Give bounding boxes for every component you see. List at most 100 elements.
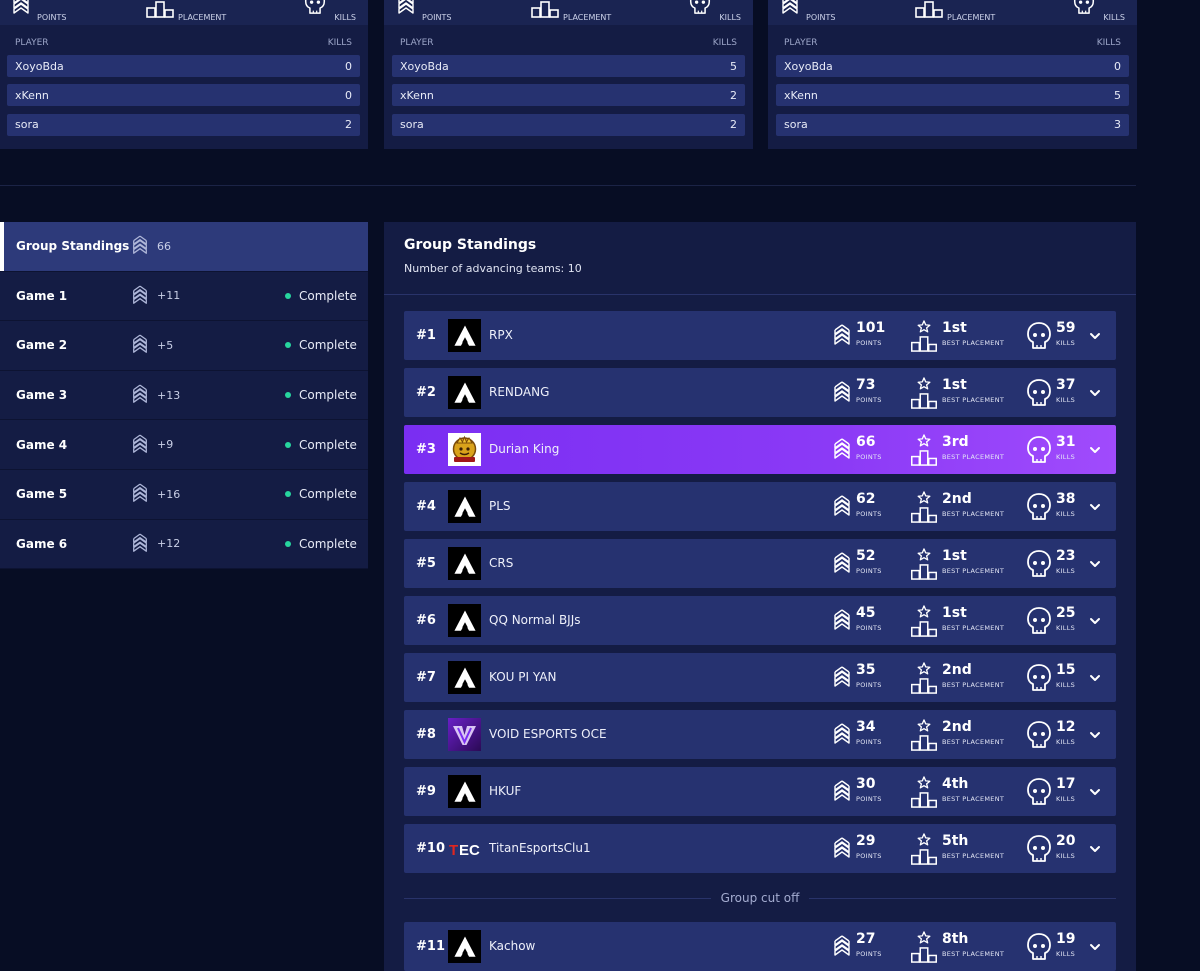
placement-header-label: PLACEMENT	[947, 13, 996, 22]
card-header: POINTS PLACEMENT KILLS	[0, 0, 368, 25]
sidebar-item-label: Group Standings	[16, 239, 130, 254]
expand-chevron-down-icon[interactable]	[1088, 499, 1102, 513]
points-label: POINTS	[856, 681, 882, 689]
player-kills: 0	[1114, 59, 1121, 73]
team-rank: #5	[416, 556, 436, 571]
sidebar-item-label: Game 1	[16, 288, 68, 303]
team-rank: #7	[416, 670, 436, 685]
team-row[interactable]: #4 PLS 62 POINTS 2nd BEST PLACEMENT 38 KILLS	[404, 482, 1116, 531]
sidebar-item-points: +5	[157, 338, 174, 352]
svg-text:T: T	[449, 842, 458, 859]
team-rank: #11	[416, 939, 445, 954]
points-value: 27	[856, 931, 876, 947]
team-name: RPX	[489, 328, 513, 342]
chevron-rank-icon	[832, 376, 852, 410]
placement-value: 2nd	[942, 662, 972, 678]
team-name: Kachow	[489, 939, 536, 953]
placement-label: BEST PLACEMENT	[942, 738, 1005, 746]
chevron-rank-icon	[131, 433, 149, 457]
player-kills-card: POINTS PLACEMENT KILLS PLAYER KILLS XoyoBda 0 x…	[0, 0, 368, 149]
sidebar-item-label: Game 2	[16, 338, 68, 353]
kills-value: 15	[1056, 662, 1076, 678]
team-row[interactable]: #11 Kachow 27 POINTS 8th BEST PLACEMENT 19 KILL…	[404, 922, 1116, 971]
apex-logo	[452, 380, 478, 406]
column-player: PLAYER	[15, 38, 49, 48]
team-name: KOU PI YAN	[489, 670, 557, 684]
player-kills-card: POINTS PLACEMENT KILLS PLAYER KILLS XoyoBda 5 x…	[384, 0, 753, 149]
column-player: PLAYER	[784, 38, 818, 48]
skull-icon	[1026, 376, 1052, 410]
player-name: sora	[784, 118, 808, 132]
player-row: XoyoBda 0	[776, 55, 1129, 77]
status-badge: Complete	[285, 438, 357, 452]
chevron-rank-icon	[832, 661, 852, 695]
chevron-rank-icon	[832, 547, 852, 581]
player-row: sora 3	[776, 113, 1129, 136]
sidebar-item-game-1[interactable]: Game 1 +11 Complete	[0, 272, 368, 322]
team-row[interactable]: #2 RENDANG 73 POINTS 1st BEST PLACEMENT 37 KILL…	[404, 368, 1116, 417]
sidebar-item-group-standings[interactable]: Group Standings 66	[0, 222, 368, 272]
points-value: 62	[856, 491, 876, 507]
points-label: POINTS	[856, 795, 882, 803]
team-logo	[448, 930, 481, 963]
skull-icon	[1026, 661, 1052, 695]
team-row[interactable]: #1 RPX 101 POINTS 1st BEST PLACEMENT 59 KILLS	[404, 311, 1116, 360]
sidebar-item-label: Game 5	[16, 487, 68, 502]
expand-chevron-down-icon[interactable]	[1088, 613, 1102, 627]
team-row[interactable]: #3 Durian King 66 POINTS 3rd BEST PLACEMENT 31…	[404, 425, 1116, 474]
team-name: CRS	[489, 556, 514, 570]
status-text: Complete	[299, 487, 357, 502]
sidebar-item-game-4[interactable]: Game 4 +9 Complete	[0, 420, 368, 470]
advancing-teams-text: Number of advancing teams: 10	[404, 262, 582, 275]
kills-value: 25	[1056, 605, 1076, 621]
status-text: Complete	[299, 388, 357, 403]
kills-value: 12	[1056, 719, 1076, 735]
team-best-placement: 1st BEST PLACEMENT	[910, 376, 1004, 410]
skull-icon	[1026, 490, 1052, 524]
player-kills: 2	[730, 88, 737, 102]
sidebar-item-game-6[interactable]: Game 6 +12 Complete	[0, 520, 368, 570]
team-logo	[448, 547, 481, 580]
apex-logo	[452, 323, 478, 349]
chevron-rank-icon	[131, 333, 149, 357]
sidebar-item-game-3[interactable]: Game 3 +13 Complete	[0, 371, 368, 421]
card-header: POINTS PLACEMENT KILLS	[384, 0, 753, 25]
kills-header-label: KILLS	[719, 13, 741, 22]
expand-chevron-down-icon[interactable]	[1088, 556, 1102, 570]
team-row[interactable]: #8 VOID ESPORTS OCE 34 POINTS 2nd BEST PLACEM…	[404, 710, 1116, 759]
sidebar-item-label: Game 6	[16, 536, 68, 551]
kills-value: 37	[1056, 377, 1076, 393]
expand-chevron-down-icon[interactable]	[1088, 328, 1102, 342]
player-kills-card: POINTS PLACEMENT KILLS PLAYER KILLS XoyoBda 0 x…	[768, 0, 1137, 149]
sidebar-item-game-5[interactable]: Game 5 +16 Complete	[0, 470, 368, 520]
expand-chevron-down-icon[interactable]	[1088, 841, 1102, 855]
podium-icon	[910, 376, 938, 410]
podium-icon	[531, 0, 559, 18]
expand-chevron-down-icon[interactable]	[1088, 939, 1102, 953]
placement-value: 2nd	[942, 719, 972, 735]
game-sidebar: Group Standings 66 Game 1 +11 Complete Game 2…	[0, 222, 368, 570]
team-row[interactable]: #7 KOU PI YAN 35 POINTS 2nd BEST PLACEMENT 15 K…	[404, 653, 1116, 702]
group-cutoff-label: Group cut off	[720, 891, 800, 905]
placement-value: 5th	[942, 833, 969, 849]
placement-header: PLACEMENT	[915, 0, 995, 22]
skull-icon	[1026, 718, 1052, 752]
sidebar-item-game-2[interactable]: Game 2 +5 Complete	[0, 321, 368, 371]
team-best-placement: 1st BEST PLACEMENT	[910, 604, 1004, 638]
team-row[interactable]: #5 CRS 52 POINTS 1st BEST PLACEMENT 23 KILLS	[404, 539, 1116, 588]
team-rank: #1	[416, 328, 436, 343]
team-row[interactable]: #6 QQ Normal BJJs 45 POINTS 1st BEST PLACEMEN…	[404, 596, 1116, 645]
player-name: sora	[400, 118, 424, 132]
points-value: 30	[856, 776, 876, 792]
expand-chevron-down-icon[interactable]	[1088, 670, 1102, 684]
expand-chevron-down-icon[interactable]	[1088, 442, 1102, 456]
expand-chevron-down-icon[interactable]	[1088, 784, 1102, 798]
expand-chevron-down-icon[interactable]	[1088, 727, 1102, 741]
team-row[interactable]: #9 HKUF 30 POINTS 4th BEST PLACEMENT 17 KILLS	[404, 767, 1116, 816]
team-row[interactable]: #10 T EC TitanEsportsClu1 29 POINTS 5th BEST PL…	[404, 824, 1116, 873]
status-badge: Complete	[285, 487, 357, 501]
sidebar-item-points: +11	[157, 289, 181, 303]
skull-icon	[1026, 832, 1052, 866]
skull-icon	[1026, 433, 1052, 467]
expand-chevron-down-icon[interactable]	[1088, 385, 1102, 399]
